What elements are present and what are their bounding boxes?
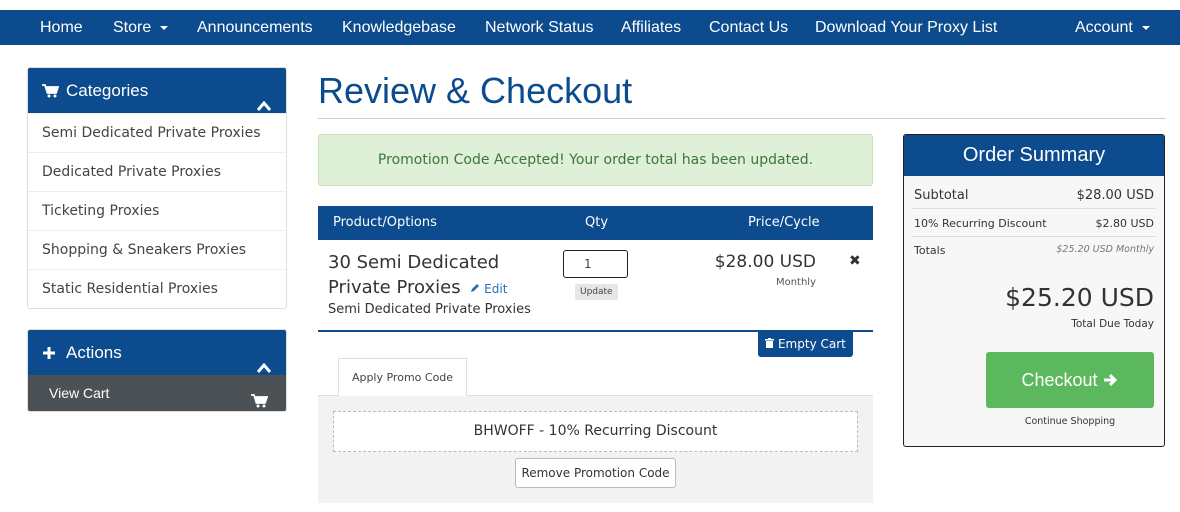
view-cart-label: View Cart [49,385,110,401]
nav-network-status[interactable]: Network Status [485,10,593,45]
discount-row: 10% Recurring Discount $2.80 USD [914,217,1154,230]
totals-row: Totals $25.20 USD Monthly [914,244,1154,257]
nav-home-label: Home [40,19,83,36]
close-icon[interactable]: ✖ [849,253,861,269]
page-title: Review & Checkout [318,70,633,111]
nav-download-proxy-list-label: Download Your Proxy List [815,19,998,36]
categories-title: Categories [66,81,149,100]
category-item[interactable]: Semi Dedicated Private Proxies [28,113,286,152]
promo-success-alert: Promotion Code Accepted! Your order tota… [318,134,873,186]
cart-icon [251,385,269,411]
nav-contact-us-label: Contact Us [709,19,789,36]
nav-knowledgebase[interactable]: Knowledgebase [342,10,456,45]
category-label: Semi Dedicated Private Proxies [42,125,261,141]
empty-cart-label: Empty Cart [777,337,846,351]
nav-announcements[interactable]: Announcements [197,10,313,45]
nav-announcements-label: Announcements [197,19,313,36]
applied-promo-code: BHWOFF - 10% Recurring Discount [333,411,858,452]
product-group: Semi Dedicated Private Proxies [328,302,531,317]
subtotal-row: Subtotal $28.00 USD [914,188,1154,203]
edit-label: Edit [484,282,508,296]
category-item[interactable]: Shopping & Sneakers Proxies [28,230,286,269]
header-qty: Qty [585,215,609,230]
nav-network-status-label: Network Status [485,19,594,36]
header-product: Product/Options [333,215,437,230]
tab-apply-promo-code[interactable]: Apply Promo Code [338,358,467,396]
view-cart-link[interactable]: View Cart [28,375,286,411]
chevron-down-icon [1141,25,1150,30]
cart-table-header: Product/Options Qty Price/Cycle [318,206,873,240]
nav-knowledgebase-label: Knowledgebase [342,19,456,36]
category-label: Static Residential Proxies [42,281,218,297]
order-summary: Order Summary Subtotal $28.00 USD 10% Re… [903,134,1165,447]
plus-icon [42,330,56,375]
category-label: Shopping & Sneakers Proxies [42,242,247,258]
category-item[interactable]: Static Residential Proxies [28,269,286,308]
total-due-amount: $25.20 USD [1005,283,1154,312]
discount-value: $2.80 USD [1095,217,1155,230]
top-navbar: Home Store Announcements Knowledgebase N… [0,10,1180,45]
empty-cart-button[interactable]: Empty Cart [758,332,853,357]
cart-item-name: 30 Semi Dedicated Private Proxies Edit [328,250,528,302]
category-item[interactable]: Ticketing Proxies [28,191,286,230]
nav-affiliates-label: Affiliates [621,19,682,36]
summary-divider [912,208,1156,209]
nav-affiliates[interactable]: Affiliates [621,10,681,45]
categories-header[interactable]: Categories [28,68,286,113]
update-qty-button[interactable]: Update [575,284,618,300]
nav-account-label: Account [1075,19,1133,36]
nav-account[interactable]: Account [1075,10,1150,45]
nav-store-label: Store [113,19,152,36]
category-label: Ticketing Proxies [42,203,160,219]
cart-icon [42,68,59,113]
actions-panel: Actions View Cart [27,329,287,412]
item-price: $28.00 USD [714,252,816,272]
total-due-label: Total Due Today [1071,318,1154,330]
nav-store[interactable]: Store [113,10,169,45]
actions-header[interactable]: Actions [28,330,286,375]
totals-value: $25.20 USD Monthly [1056,244,1154,255]
chevron-down-icon [160,25,169,30]
summary-divider [912,236,1156,237]
header-price: Price/Cycle [748,215,820,230]
discount-label: 10% Recurring Discount [914,217,1047,230]
nav-contact-us[interactable]: Contact Us [709,10,788,45]
item-cycle: Monthly [775,277,816,288]
continue-shopping-link[interactable]: Continue Shopping [986,416,1154,427]
nav-download-proxy-list[interactable]: Download Your Proxy List [815,10,997,45]
subtotal-label: Subtotal [914,188,969,203]
arrow-right-icon [1103,370,1119,390]
subtotal-value: $28.00 USD [1076,188,1154,203]
checkout-label: Checkout [1021,370,1098,390]
chevron-up-icon[interactable] [256,84,272,129]
quantity-input[interactable] [563,250,628,278]
title-divider [318,118,1166,119]
pencil-icon [470,282,480,296]
category-label: Dedicated Private Proxies [42,164,222,180]
categories-panel: Categories Semi Dedicated Private Proxie… [27,67,287,309]
trash-icon [765,337,775,351]
remove-promo-button[interactable]: Remove Promotion Code [515,458,676,488]
totals-label: Totals [914,244,946,257]
nav-home[interactable]: Home [40,10,83,45]
category-item[interactable]: Dedicated Private Proxies [28,152,286,191]
actions-title: Actions [66,343,122,362]
checkout-button[interactable]: Checkout [986,352,1154,408]
edit-link[interactable]: Edit [470,282,507,296]
order-summary-title: Order Summary [904,135,1164,176]
